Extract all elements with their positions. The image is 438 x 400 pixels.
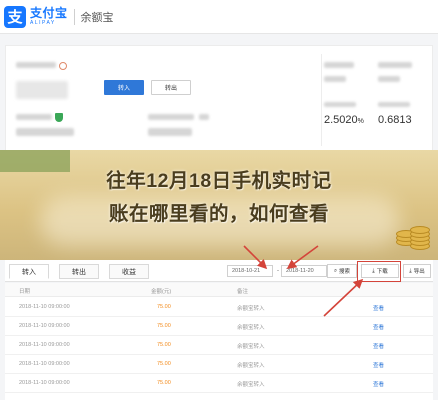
row-note: 余额宝转入 <box>237 325 265 331</box>
row-date: 2018-11-10 09:00:00 <box>19 380 70 386</box>
balance-label-blurred <box>16 62 56 68</box>
logo-en: ALIPAY <box>30 20 56 26</box>
download-highlight-box <box>357 261 401 282</box>
search-icon: ⌕ <box>333 267 338 274</box>
table-row: 2018-11-10 09:00:00 75.00 余额宝转入 查看 <box>5 298 433 317</box>
eye-icon[interactable] <box>59 62 67 70</box>
row-note: 余额宝转入 <box>237 306 265 312</box>
income-label-blurred <box>148 114 194 120</box>
column-date: 日期 <box>19 289 31 295</box>
banner-title-line-2: 账在哪里看的，如何查看 <box>108 203 329 225</box>
row-amount: 75.00 <box>157 323 171 329</box>
row-view-link[interactable]: 查看 <box>373 361 384 369</box>
row-view-link[interactable]: 查看 <box>373 380 384 388</box>
table-row: 2018-11-10 09:00:00 75.00 余额宝转入 查看 <box>5 355 433 374</box>
chart-val2-blurred <box>378 76 400 82</box>
logo-cn: 支付宝 <box>30 6 68 20</box>
page: 支 支付宝 ALIPAY 余额宝 转入 转出 2.5020% 0.6813 往年… <box>0 0 438 400</box>
search-button[interactable]: ⌕ 搜索 <box>327 264 357 278</box>
income-value-blurred <box>148 128 192 136</box>
row-amount: 75.00 <box>157 342 171 348</box>
annual-rate-value: 2.5020% <box>324 114 364 126</box>
title-banner: 往年12月18日手机实时记 账在哪里看的，如何查看 <box>0 150 438 260</box>
balance-amount-blurred <box>16 81 68 99</box>
rate-label2-blurred <box>378 102 410 107</box>
row-date: 2018-11-10 09:00:00 <box>19 304 70 310</box>
row-date: 2018-11-10 09:00:00 <box>19 323 70 329</box>
banner-title-line-1: 往年12月18日手机实时记 <box>106 170 332 192</box>
row-view-link[interactable]: 查看 <box>373 323 384 331</box>
row-amount: 75.00 <box>157 304 171 310</box>
header-divider <box>73 8 75 25</box>
shield-icon <box>55 113 63 122</box>
row-note: 余额宝转入 <box>237 344 265 350</box>
chart-label2-blurred <box>378 62 412 68</box>
transfer-in-button[interactable]: 转入 <box>104 80 144 95</box>
export-button[interactable]: ⤓ 导出 <box>403 264 431 278</box>
records-table: 日期 金额(元) 备注 2018-11-10 09:00:00 75.00 余额宝转… <box>5 283 433 400</box>
tab-earnings[interactable]: 收益 <box>109 264 149 279</box>
row-amount: 75.00 <box>157 380 171 386</box>
row-note: 余额宝转入 <box>237 363 265 369</box>
alipay-logo-icon[interactable]: 支 <box>4 5 26 28</box>
transfer-out-button[interactable]: 转出 <box>151 80 191 95</box>
row-view-link[interactable]: 查看 <box>373 342 384 350</box>
account-label-blurred <box>16 114 52 120</box>
panel-divider <box>321 54 322 146</box>
column-note: 备注 <box>237 289 249 295</box>
date-from-input[interactable]: 2018-10-21 <box>227 265 273 277</box>
row-date: 2018-11-10 09:00:00 <box>19 361 70 367</box>
table-row: 2018-11-10 09:00:00 75.00 余额宝转入 查看 <box>5 374 433 393</box>
row-note: 余额宝转入 <box>237 382 265 388</box>
account-value-blurred <box>16 128 74 136</box>
chart-val-blurred <box>324 76 346 82</box>
column-amount: 金额(元) <box>151 289 172 295</box>
row-date: 2018-11-10 09:00:00 <box>19 342 70 348</box>
export-icon: ⤓ <box>409 267 412 274</box>
app-name: 余额宝 <box>80 11 114 24</box>
row-amount: 75.00 <box>157 361 171 367</box>
income-per-10k-value: 0.6813 <box>378 114 412 126</box>
table-header: 日期 金额(元) 备注 <box>5 283 433 297</box>
summary-panel: 转入 转出 2.5020% 0.6813 <box>5 45 433 153</box>
table-row: 2018-11-10 09:00:00 75.00 余额宝转入 查看 <box>5 317 433 336</box>
alipay-logo-text[interactable]: 支付宝 ALIPAY <box>30 7 68 26</box>
chart-label-blurred <box>324 62 354 68</box>
info-mark-blurred <box>199 114 209 120</box>
table-row: 2018-11-10 09:00:00 75.00 余额宝转入 查看 <box>5 336 433 355</box>
row-view-link[interactable]: 查看 <box>373 304 384 312</box>
date-separator: - <box>277 268 279 274</box>
tab-transfer-out[interactable]: 转出 <box>59 264 99 279</box>
rate-label-blurred <box>324 102 356 107</box>
tab-transfer-in[interactable]: 转入 <box>9 264 49 279</box>
date-to-input[interactable]: 2018-11-20 <box>281 265 327 277</box>
top-header: 支 支付宝 ALIPAY 余额宝 <box>0 0 438 34</box>
